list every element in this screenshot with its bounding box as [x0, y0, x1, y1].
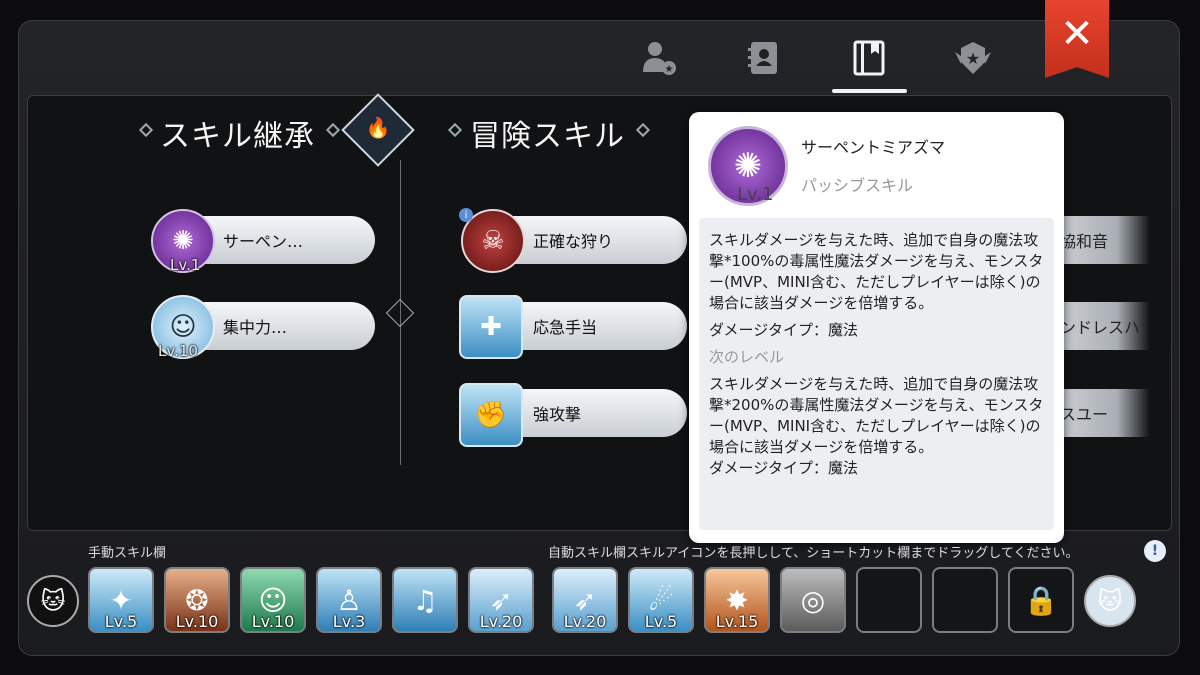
winged-star-badge-icon: ★	[955, 42, 991, 74]
popup-description-box: スキルダメージを与えた時、追加で自身の魔法攻撃*100%の毒属性魔法ダメージを与…	[699, 218, 1054, 530]
skill-slot-3[interactable]: ☺ Lv.10	[240, 567, 306, 633]
popup-skill-level: Lv.1	[737, 184, 774, 205]
skill-name: 協和音	[1060, 232, 1109, 251]
tab-contacts[interactable]	[728, 30, 798, 86]
svg-text:★: ★	[966, 49, 980, 68]
skill-name: 正確な狩り	[533, 232, 614, 251]
slot-level: Lv.3	[332, 612, 366, 631]
skill-name: 応急手当	[533, 318, 598, 337]
fist-icon: ✊	[459, 383, 523, 447]
popup-skill-type: パッシブスキル	[801, 176, 914, 195]
skill-book-icon	[853, 40, 885, 76]
tab-character[interactable]: ★	[624, 30, 694, 86]
lock-icon: 🔒	[1023, 583, 1059, 617]
auto-skill-hint: 自動スキル欄スキルアイコンを長押しして、ショートカット欄までドラッグしてください…	[548, 546, 1079, 561]
flame-arrow-icon: 🔥	[365, 115, 391, 140]
skill-slot-10[interactable]: ◎	[780, 567, 846, 633]
popup-skill-name: サーペントミアズマ	[801, 138, 946, 157]
contacts-book-icon	[748, 42, 777, 74]
next-level-description: スキルダメージを与えた時、追加で自身の魔法攻撃*200%の毒属性魔法ダメージを与…	[709, 375, 1044, 456]
skill-detail-popup: ✺ Lv.1 サーペントミアズマ パッシブスキル スキルダメージを与えた時、追加…	[689, 112, 1064, 543]
adventure-section-title: 冒険スキル	[470, 119, 625, 154]
svg-text:★: ★	[665, 64, 674, 75]
skill-slot-1[interactable]: ✦ Lv.5	[88, 567, 154, 633]
close-button[interactable]: ✕	[1045, 0, 1109, 78]
tab-skills[interactable]	[834, 30, 904, 86]
current-level-description: スキルダメージを与えた時、追加で自身の魔法攻撃*100%の毒属性魔法ダメージを与…	[709, 231, 1044, 312]
vortex-skill-icon: ◎	[800, 583, 826, 617]
skill-name: 強攻撃	[533, 405, 582, 424]
skill-slot-4[interactable]: ♙ Lv.3	[316, 567, 382, 633]
skill-name: ンドレスハ	[1060, 318, 1141, 337]
manual-mode-cat-avatar[interactable]: 🐱	[27, 575, 79, 627]
info-icon: i	[459, 208, 473, 222]
slot-level: Lv.10	[175, 612, 219, 631]
skill-slot-8[interactable]: ☄ Lv.5	[628, 567, 694, 633]
skill-slot-5[interactable]: ♫	[392, 567, 458, 633]
black-cat-icon: 🐱	[40, 587, 66, 615]
skill-slot-empty[interactable]	[932, 567, 998, 633]
skill-slot-locked[interactable]: 🔒	[1008, 567, 1074, 633]
skill-name: 集中力…	[223, 318, 288, 337]
heal-cross-icon: ✚	[459, 295, 523, 359]
skill-level: Lv.10	[158, 342, 198, 360]
skill-level: Lv.1	[170, 256, 201, 274]
slot-level: Lv.10	[251, 612, 295, 631]
slot-level: Lv.15	[715, 612, 759, 631]
skill-slot-6[interactable]: ➶ Lv.20	[468, 567, 534, 633]
character-star-icon: ★	[643, 42, 676, 75]
next-damage-type: ダメージタイプ：魔法	[709, 459, 858, 477]
slot-level: Lv.20	[563, 612, 607, 631]
skill-name: サーペン…	[223, 232, 304, 251]
current-damage-type: ダメージタイプ：魔法	[709, 321, 858, 339]
slot-level: Lv.5	[644, 612, 678, 631]
music-note-skill-icon: ♫	[412, 583, 438, 617]
skill-slot-2[interactable]: ❂ Lv.10	[164, 567, 230, 633]
white-cat-icon: 🐱	[1097, 587, 1123, 615]
slot-level: Lv.20	[479, 612, 523, 631]
auto-mode-cat-avatar[interactable]: 🐱	[1084, 575, 1136, 627]
next-level-label: 次のレベル	[709, 348, 785, 366]
skill-slot-9[interactable]: ✸ Lv.15	[704, 567, 770, 633]
inherit-section-title: スキル継承	[160, 119, 315, 154]
skill-slot-7[interactable]: ➶ Lv.20	[552, 567, 618, 633]
skill-slot-empty[interactable]	[856, 567, 922, 633]
manual-skill-bar-label: 手動スキル欄	[88, 546, 167, 561]
skill-name: スユー	[1060, 405, 1109, 424]
help-icon[interactable]: !	[1144, 540, 1166, 562]
close-icon: ✕	[1060, 11, 1094, 57]
active-tab-indicator	[832, 89, 907, 93]
tab-achievement[interactable]: ★	[938, 30, 1008, 86]
slot-level: Lv.5	[104, 612, 138, 631]
